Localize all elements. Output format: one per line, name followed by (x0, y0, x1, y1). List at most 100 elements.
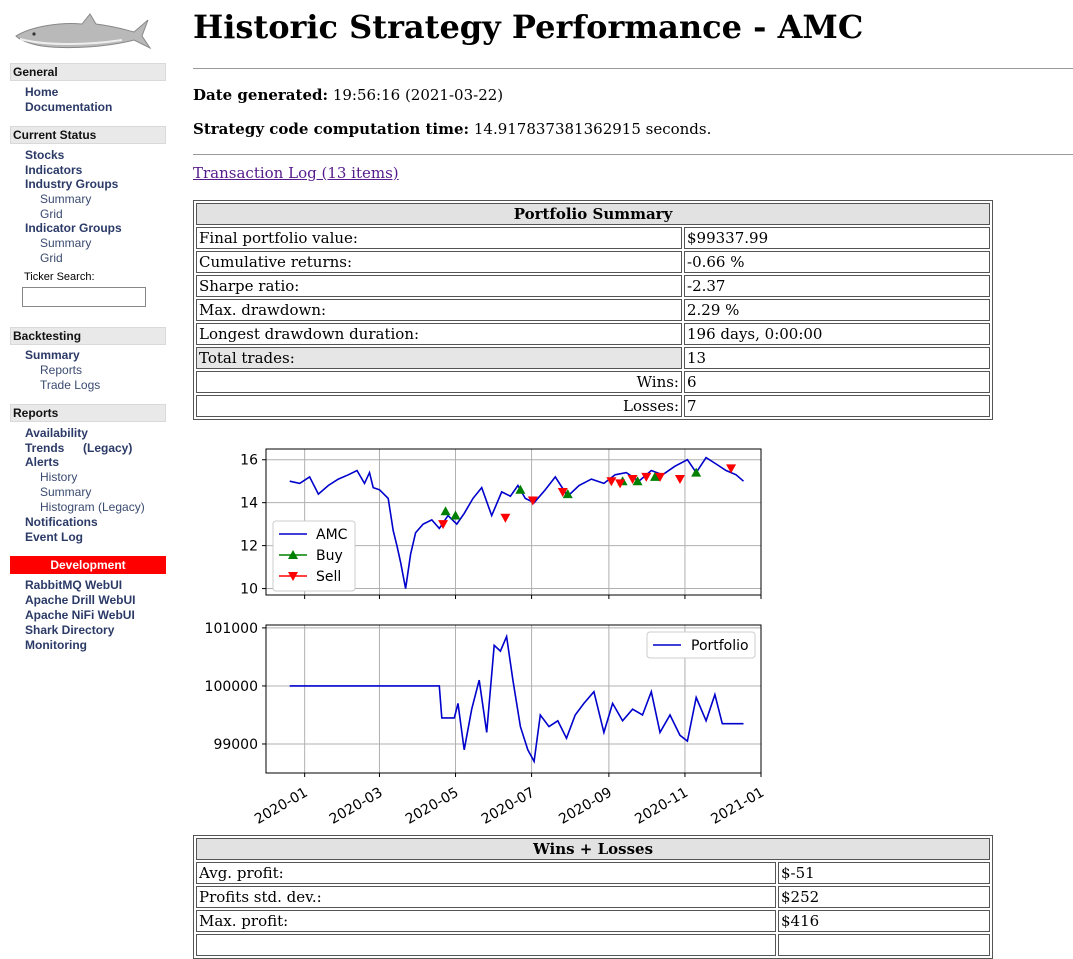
x-tick-label: 2020-01 (252, 785, 311, 828)
row-value: 7 (684, 395, 990, 417)
row-label: Cumulative returns: (196, 251, 682, 273)
section-backtesting: Backtesting (10, 327, 166, 345)
row-value: $252 (778, 886, 990, 908)
nav-trends[interactable]: Trends (25, 441, 64, 456)
nav-backtesting-summary[interactable]: Summary (25, 348, 80, 363)
x-tick-label: 2020-05 (403, 785, 462, 828)
buy-marker (691, 467, 702, 477)
row-value: 196 days, 0:00:00 (684, 323, 990, 345)
transaction-log-link[interactable]: Transaction Log (13 items) (193, 164, 399, 182)
sell-marker (606, 477, 617, 487)
portfolio-summary-table: Portfolio Summary Final portfolio value:… (193, 200, 993, 420)
ticker-search-label: Ticker Search: (24, 271, 95, 283)
table-row: Cumulative returns: -0.66 % (196, 251, 990, 273)
legend-label: Sell (316, 569, 341, 585)
divider (193, 154, 1073, 155)
portfolio-summary-heading: Portfolio Summary (196, 203, 990, 225)
nav-alerts[interactable]: Alerts (25, 455, 59, 470)
sidebar: General Home Documentation Current Statu… (0, 0, 180, 941)
nav-industry-groups[interactable]: Industry Groups (25, 177, 118, 192)
buy-marker (440, 506, 451, 516)
row-label: Longest drawdown duration: (196, 323, 682, 345)
nav-trends-legacy[interactable]: (Legacy) (83, 441, 132, 456)
nav-alerts-history[interactable]: History (40, 470, 77, 485)
row-value: $99337.99 (684, 227, 990, 249)
y-tick-label: 10 (240, 582, 258, 598)
table-row: Sharpe ratio: -2.37 (196, 275, 990, 297)
sell-marker (500, 513, 511, 523)
row-label: Profits std. dev.: (196, 886, 776, 908)
nav-industry-groups-summary[interactable]: Summary (40, 192, 91, 207)
row-label: Losses: (196, 395, 682, 417)
table-row: Losses: 7 (196, 395, 990, 417)
nav-monitoring[interactable]: Monitoring (25, 638, 87, 653)
nav-backtesting-reports[interactable]: Reports (40, 363, 82, 378)
page-title: Historic Strategy Performance - AMC (193, 8, 864, 46)
nav-notifications[interactable]: Notifications (25, 515, 98, 530)
y-tick-label: 12 (240, 539, 258, 555)
table-row: Max. profit: $416 (196, 910, 990, 932)
date-generated-label: Date generated: (193, 86, 329, 104)
legend-label: Portfolio (691, 638, 749, 654)
nav-rabbitmq-webui[interactable]: RabbitMQ WebUI (25, 578, 122, 593)
wins-losses-heading: Wins + Losses (196, 838, 990, 860)
nav-trade-logs[interactable]: Trade Logs (40, 378, 100, 393)
section-general: General (10, 63, 166, 81)
nav-industry-groups-grid[interactable]: Grid (40, 207, 63, 222)
buy-marker (450, 510, 461, 520)
row-label: Max. profit: (196, 910, 776, 932)
table-row: Final portfolio value: $99337.99 (196, 227, 990, 249)
row-label: Avg. profit: (196, 862, 776, 884)
row-value: $416 (778, 910, 990, 932)
x-tick-label: 2020-07 (479, 785, 538, 828)
row-value: 6 (684, 371, 990, 393)
table-row: Profits std. dev.: $252 (196, 886, 990, 908)
nav-indicator-groups-summary[interactable]: Summary (40, 236, 91, 251)
x-tick-label: 2020-09 (556, 785, 615, 828)
row-label: Wins: (196, 371, 682, 393)
date-generated: Date generated: 19:56:16 (2021-03-22) (193, 86, 503, 104)
nav-event-log[interactable]: Event Log (25, 530, 83, 545)
nav-alerts-summary[interactable]: Summary (40, 485, 91, 500)
sell-marker (674, 475, 685, 485)
legend-label: AMC (316, 527, 348, 543)
ticker-search-input[interactable] (22, 287, 146, 307)
y-tick-label: 14 (240, 496, 258, 512)
y-tick-label: 101000 (205, 621, 258, 637)
divider (193, 68, 1073, 69)
computation-time: Strategy code computation time: 14.91783… (193, 120, 711, 138)
nav-indicator-groups-grid[interactable]: Grid (40, 251, 63, 266)
row-value: 2.29 % (684, 299, 990, 321)
table-row: Avg. profit: $-51 (196, 862, 990, 884)
nav-documentation[interactable]: Documentation (25, 100, 112, 115)
row-value: 13 (684, 347, 990, 369)
shark-logo[interactable] (12, 12, 152, 52)
date-generated-value: 19:56:16 (2021-03-22) (332, 86, 504, 104)
nav-indicators[interactable]: Indicators (25, 163, 82, 178)
row-label: Total trades: (196, 347, 682, 369)
x-tick-label: 2020-11 (632, 785, 691, 828)
legend-label: Buy (316, 548, 343, 564)
y-tick-label: 99000 (213, 737, 258, 753)
x-tick-label: 2020-03 (327, 785, 386, 828)
table-row: Wins: 6 (196, 371, 990, 393)
nav-apache-nifi-webui[interactable]: Apache NiFi WebUI (25, 608, 135, 623)
table-row: Longest drawdown duration: 196 days, 0:00… (196, 323, 990, 345)
table-row: Max. drawdown: 2.29 % (196, 299, 990, 321)
section-development: Development (10, 556, 166, 574)
nav-home[interactable]: Home (25, 85, 58, 100)
series-line-amc (289, 456, 745, 589)
x-tick-label: 2021-01 (708, 785, 767, 828)
row-label: Max. drawdown: (196, 299, 682, 321)
computation-time-label: Strategy code computation time: (193, 120, 470, 138)
y-tick-label: 16 (240, 453, 258, 469)
section-reports: Reports (10, 404, 166, 422)
row-label: Sharpe ratio: (196, 275, 682, 297)
nav-apache-drill-webui[interactable]: Apache Drill WebUI (25, 593, 135, 608)
nav-indicator-groups[interactable]: Indicator Groups (25, 221, 122, 236)
nav-availability[interactable]: Availability (25, 426, 88, 441)
nav-alerts-histogram[interactable]: Histogram (Legacy) (40, 500, 145, 515)
row-value: $-51 (778, 862, 990, 884)
nav-shark-directory[interactable]: Shark Directory (25, 623, 114, 638)
nav-stocks[interactable]: Stocks (25, 148, 64, 163)
